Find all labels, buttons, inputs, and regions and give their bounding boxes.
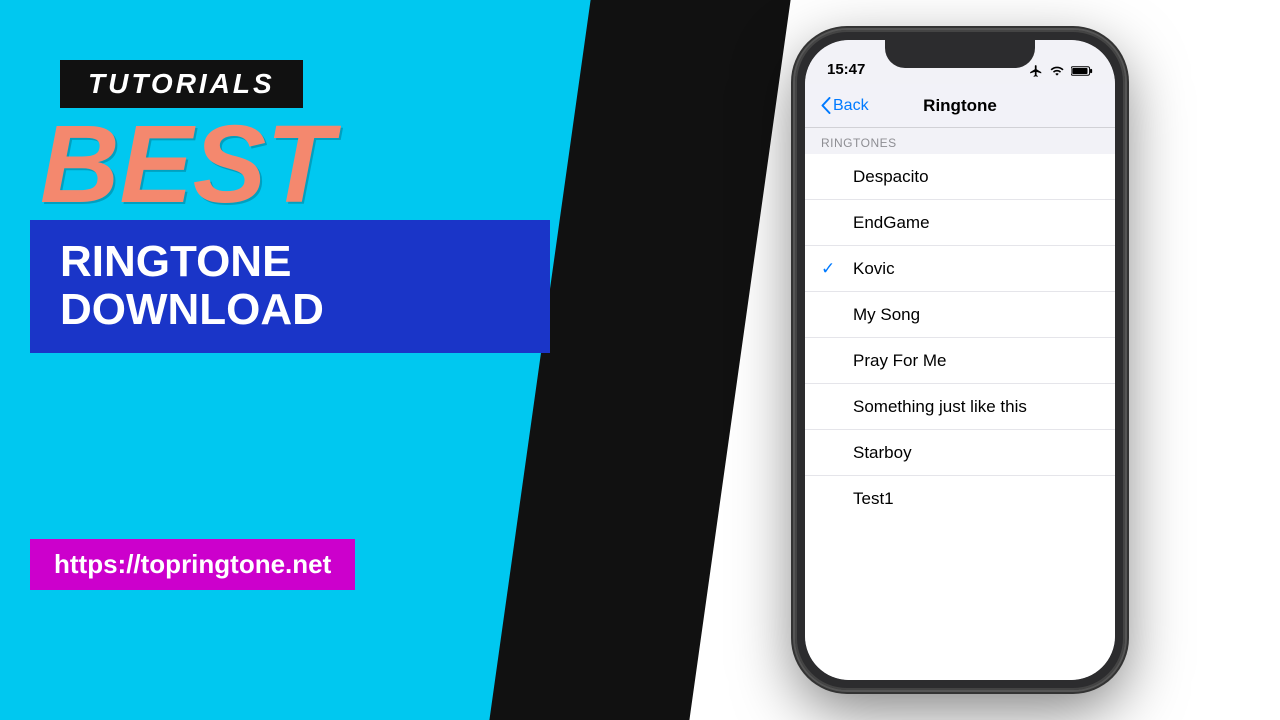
- list-item[interactable]: Something just like this: [805, 384, 1115, 430]
- list-item[interactable]: EndGame: [805, 200, 1115, 246]
- ringtone-name: My Song: [853, 305, 920, 325]
- iphone-screen: 15:47: [805, 40, 1115, 680]
- ringtone-name: Something just like this: [853, 397, 1027, 417]
- back-button[interactable]: Back: [821, 97, 869, 115]
- status-time: 15:47: [827, 61, 865, 78]
- url-text: https://topringtone.net: [54, 549, 331, 579]
- url-badge[interactable]: https://topringtone.net: [30, 539, 355, 590]
- best-label: BEST: [40, 110, 333, 220]
- list-item[interactable]: My Song: [805, 292, 1115, 338]
- ringtone-name: Starboy: [853, 443, 912, 463]
- nav-bar: Back Ringtone: [805, 84, 1115, 128]
- list-item[interactable]: Pray For Me: [805, 338, 1115, 384]
- battery-icon: [1071, 65, 1093, 77]
- ringtone-name: Despacito: [853, 167, 929, 187]
- list-item[interactable]: Starboy: [805, 430, 1115, 476]
- best-text: BEST: [40, 103, 333, 226]
- back-label: Back: [833, 97, 869, 115]
- notch: [885, 40, 1035, 68]
- airplane-icon: [1029, 64, 1043, 78]
- section-header: RINGTONES: [805, 128, 1115, 154]
- ringtone-name: Pray For Me: [853, 351, 947, 371]
- ringtone-list: Despacito EndGame ✓ Kovic My Song Pray For Me…: [805, 154, 1115, 680]
- right-panel: 15:47: [640, 0, 1280, 720]
- ringtone-text: RINGTONE DOWNLOAD: [60, 238, 520, 335]
- list-item[interactable]: Despacito: [805, 154, 1115, 200]
- left-panel: TUTORIALS BEST RINGTONE DOWNLOAD https:/…: [0, 0, 640, 720]
- tutorials-label: TUTORIALS: [88, 68, 275, 99]
- ringtone-name: Test1: [853, 489, 894, 509]
- screen-content: 15:47: [805, 40, 1115, 680]
- list-item[interactable]: Test1: [805, 476, 1115, 522]
- wifi-icon: [1049, 64, 1065, 78]
- tutorials-badge: TUTORIALS: [60, 60, 303, 108]
- chevron-left-icon: [821, 97, 831, 114]
- list-item[interactable]: ✓ Kovic: [805, 246, 1115, 292]
- ringtone-name: EndGame: [853, 213, 930, 233]
- iphone-frame: 15:47: [795, 30, 1125, 690]
- checkmark-icon: ✓: [821, 259, 841, 279]
- nav-title: Ringtone: [923, 96, 997, 116]
- status-icons: [1029, 64, 1093, 78]
- ringtone-name: Kovic: [853, 259, 895, 279]
- ringtone-box: RINGTONE DOWNLOAD: [30, 220, 550, 353]
